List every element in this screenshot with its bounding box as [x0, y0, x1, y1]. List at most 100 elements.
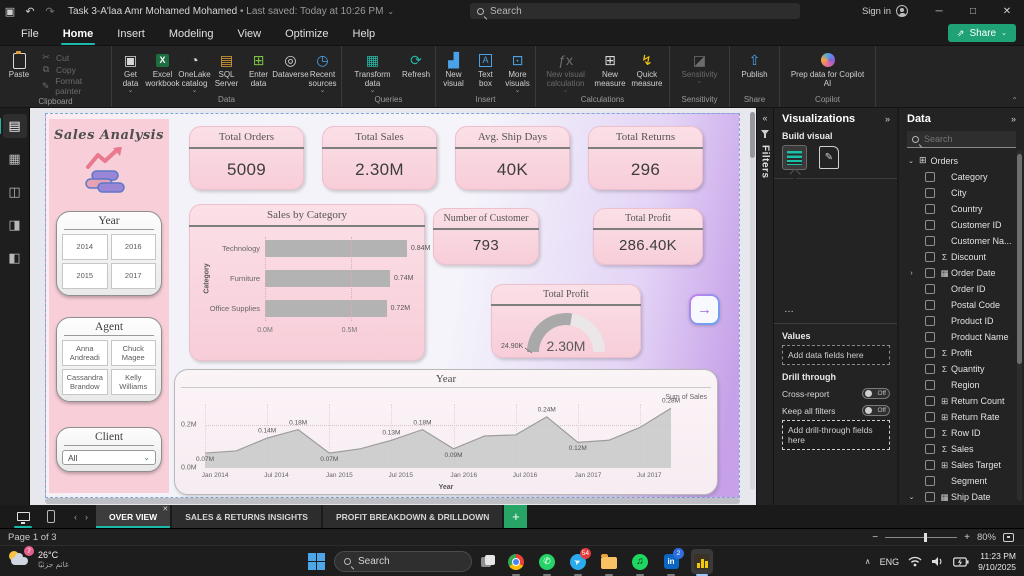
task-view-button[interactable] — [481, 555, 496, 568]
file-explorer-app-icon[interactable] — [598, 549, 620, 576]
share-button[interactable]: ⇗ Share ⌄ — [947, 24, 1016, 42]
ribbon-button[interactable]: ƒx New visual calculation ⌄ — [540, 50, 591, 94]
visual-type-icon[interactable] — [874, 236, 890, 251]
data-search-input[interactable] — [924, 134, 1004, 144]
visual-type-icon[interactable] — [855, 253, 871, 268]
data-field-row[interactable]: Country — [907, 201, 1016, 217]
collapse-panel-icon[interactable]: » — [1011, 114, 1016, 124]
visual-type-icon[interactable] — [819, 253, 835, 268]
menu-item[interactable]: Home — [52, 25, 105, 45]
page-nav-arrow-button[interactable]: → — [689, 294, 720, 325]
format-visual-button[interactable]: ✎ — [819, 146, 839, 169]
ribbon-button[interactable]: ▟ New visual — [439, 50, 469, 89]
category-bar[interactable] — [265, 270, 390, 287]
visual-type-icon[interactable] — [800, 287, 816, 302]
year-option-button[interactable]: 2014 — [62, 234, 108, 260]
page-tab[interactable]: OVER VIEW ✕ — [96, 505, 171, 528]
sales-by-category-chart[interactable]: Sales by Category Category Technology 0.… — [189, 204, 430, 361]
new-page-button[interactable]: + — [504, 505, 528, 528]
field-checkbox[interactable] — [925, 332, 935, 342]
field-checkbox[interactable] — [925, 252, 935, 262]
field-checkbox[interactable] — [925, 348, 935, 358]
keep-all-filters-toggle[interactable]: Off — [862, 405, 890, 416]
data-field-row[interactable]: City — [907, 185, 1016, 201]
field-checkbox[interactable] — [925, 268, 935, 278]
data-field-row[interactable]: ⊞ Return Count — [907, 393, 1016, 409]
visual-type-icon[interactable] — [837, 253, 853, 268]
visual-type-icon[interactable] — [837, 202, 853, 217]
view-nav-item[interactable]: ◧ — [3, 246, 27, 270]
data-field-row[interactable]: Σ Row ID — [907, 425, 1016, 441]
ribbon-button[interactable]: ◔ OneLake catalog ⌄ — [178, 50, 210, 94]
weather-widget[interactable]: 7 26°C غائم جزئيًا — [8, 546, 69, 569]
ribbon-button[interactable]: ▤ SQL Server — [212, 50, 242, 89]
collapse-panel-icon[interactable]: » — [885, 114, 890, 124]
visual-type-icon[interactable] — [837, 236, 853, 251]
language-indicator[interactable]: ENG — [880, 557, 900, 567]
zoom-out-button[interactable]: − — [872, 532, 878, 543]
visual-type-icon[interactable] — [874, 287, 890, 302]
field-checkbox[interactable] — [925, 188, 935, 198]
visual-type-icon[interactable] — [855, 185, 871, 200]
title-caret-icon[interactable]: ⌄ — [387, 7, 394, 16]
taskbar-search[interactable]: Search — [334, 551, 472, 572]
visual-type-icon[interactable] — [800, 202, 816, 217]
tray-expand-icon[interactable]: ∧ — [865, 557, 871, 566]
visual-type-icon[interactable] — [782, 236, 798, 251]
minimize-button[interactable]: ─ — [922, 0, 956, 22]
field-checkbox[interactable] — [925, 220, 935, 230]
maximize-button[interactable]: □ — [956, 0, 990, 22]
prev-page-icon[interactable]: ‹ — [74, 512, 77, 522]
visual-type-icon[interactable] — [874, 185, 890, 200]
year-area-chart[interactable]: Year Sum of Sales 0.0M 0.2M Jan 2014 Jul 20… — [174, 369, 718, 495]
visual-type-icon[interactable] — [800, 236, 816, 251]
drill-through-field-well[interactable]: Add drill-through fields here — [782, 420, 890, 450]
visual-type-icon[interactable] — [819, 202, 835, 217]
visual-type-icon[interactable] — [800, 185, 816, 200]
field-checkbox[interactable] — [925, 476, 935, 486]
field-checkbox[interactable] — [925, 428, 935, 438]
field-checkbox[interactable] — [925, 236, 935, 246]
volume-icon[interactable] — [931, 556, 944, 567]
page-tab[interactable]: SALES & RETURNS INSIGHTS ✕ — [172, 505, 321, 528]
visual-type-icon[interactable] — [819, 287, 835, 302]
visual-type-icon[interactable] — [874, 270, 890, 285]
year-option-button[interactable]: 2017 — [110, 263, 156, 289]
visual-type-icon[interactable] — [819, 185, 835, 200]
category-bar[interactable] — [265, 240, 407, 257]
expand-filters-icon[interactable]: « — [762, 113, 767, 123]
field-checkbox[interactable] — [925, 460, 935, 470]
spotify-app-icon[interactable]: ♫ — [629, 549, 651, 576]
copilot-button[interactable]: Prep data for Copilot AI — [785, 50, 871, 89]
cross-report-toggle[interactable]: Off — [862, 388, 890, 399]
data-field-row[interactable]: Customer ID — [907, 217, 1016, 233]
visual-type-icon[interactable] — [837, 219, 853, 234]
agent-option-button[interactable]: Anna Andreadi — [62, 340, 108, 366]
ribbon-button[interactable]: ⊞ New measure — [593, 50, 627, 89]
menu-item[interactable]: Help — [342, 25, 387, 43]
field-checkbox[interactable] — [925, 204, 935, 214]
view-nav-item[interactable]: ▦ — [3, 147, 27, 171]
ribbon-button[interactable]: ⊡ More visuals ⌄ — [503, 50, 533, 95]
data-field-row[interactable]: Postal Code — [907, 297, 1016, 313]
ribbon-button[interactable]: ▣ Get data ⌄ — [116, 50, 146, 95]
visual-type-icon[interactable] — [819, 219, 835, 234]
kpi-card-avg-ship-days[interactable]: Avg. Ship Days 40K — [455, 126, 570, 190]
visual-type-icon[interactable] — [855, 202, 871, 217]
chrome-app-icon[interactable] — [505, 549, 527, 576]
data-field-row[interactable]: ⊞ Return Rate — [907, 409, 1016, 425]
report-page[interactable]: Sales Analysis Year 2014201620152017 — [45, 113, 740, 498]
battery-icon[interactable] — [953, 556, 969, 567]
data-field-row[interactable]: Σ Profit — [907, 345, 1016, 361]
fit-to-page-button[interactable] — [1003, 532, 1014, 542]
year-option-button[interactable]: 2016 — [110, 234, 156, 260]
table-node-orders[interactable]: ⌄ ⊞ Orders — [907, 155, 1016, 166]
field-checkbox[interactable] — [925, 396, 935, 406]
menu-item[interactable]: File — [10, 25, 50, 43]
data-field-row[interactable]: Order ID — [907, 281, 1016, 297]
data-field-row[interactable]: Σ Quantity — [907, 361, 1016, 377]
mobile-layout-button[interactable] — [42, 509, 60, 525]
agent-option-button[interactable]: Kelly Williams — [110, 369, 156, 395]
visual-type-icon[interactable] — [855, 270, 871, 285]
field-checkbox[interactable] — [925, 300, 935, 310]
